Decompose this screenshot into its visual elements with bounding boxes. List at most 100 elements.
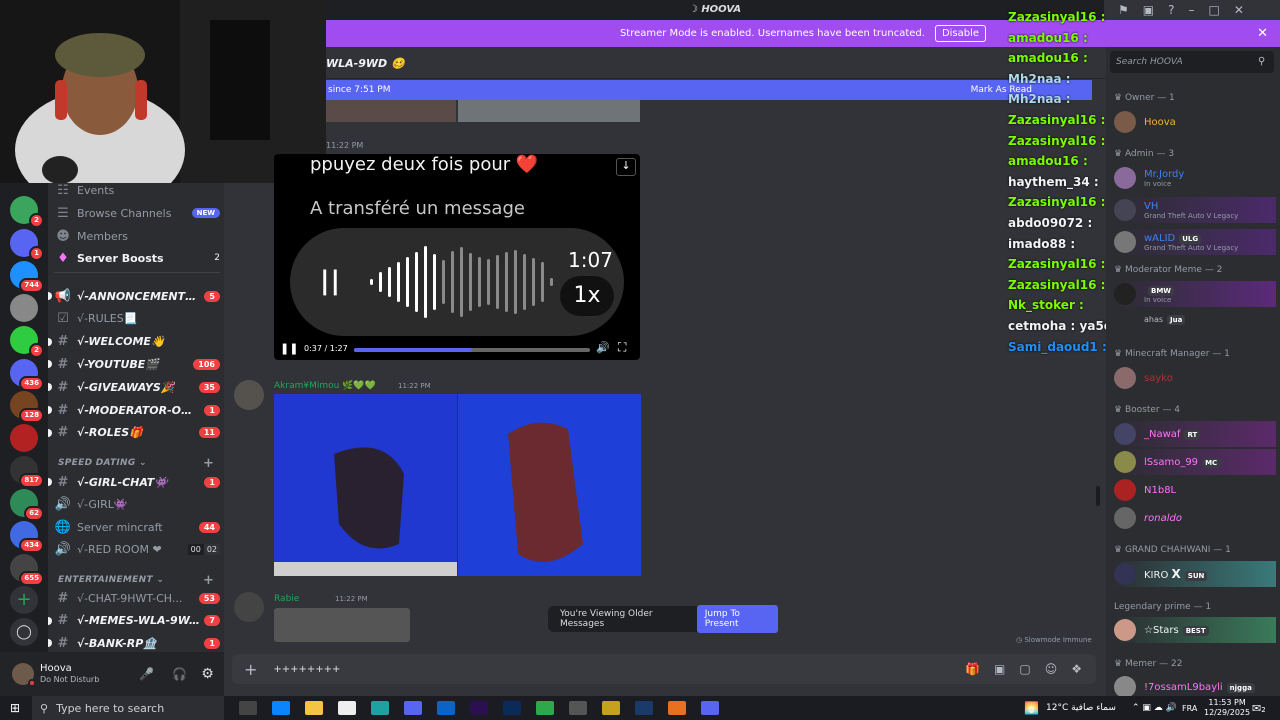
sticker-icon[interactable]: ▢: [1019, 662, 1030, 676]
app-icon[interactable]: [602, 701, 620, 715]
pause-icon[interactable]: | |: [320, 266, 340, 296]
play-pause-icon[interactable]: ❚❚: [280, 342, 298, 355]
server-icon[interactable]: 1: [10, 228, 44, 261]
tray-icons[interactable]: ⌃ ▣ ☁ 🔊: [1132, 703, 1177, 713]
server-icon[interactable]: 436: [10, 358, 44, 391]
image-attachment[interactable]: [274, 608, 410, 642]
screen-icon[interactable]: ▣: [1143, 3, 1154, 17]
server-icon[interactable]: 62: [10, 488, 44, 521]
member-item[interactable]: Hoova: [1114, 109, 1276, 135]
search-icon[interactable]: ⚲: [1258, 56, 1265, 67]
channel-item[interactable]: 📢 √-ANNONCEMENTS... 5: [48, 286, 220, 306]
photoshop-icon[interactable]: [503, 701, 521, 715]
channel-item[interactable]: # √-GIRL-CHAT👾 1: [48, 472, 220, 492]
channel-item[interactable]: ☑ √-RULES📃: [54, 309, 220, 329]
member-item[interactable]: ronaldo: [1114, 505, 1276, 531]
member-item[interactable]: VH Grand Theft Auto V Legacy: [1114, 197, 1276, 223]
jump-to-present-button[interactable]: Jump To Present: [696, 605, 778, 633]
discover-button[interactable]: ◯: [10, 618, 38, 646]
channel-item[interactable]: # √-GIVEAWAYS🎉 35: [48, 377, 220, 397]
add-channel-icon[interactable]: +: [203, 456, 214, 471]
members-item[interactable]: ☻ Members: [54, 226, 220, 246]
download-icon[interactable]: ↓: [616, 158, 636, 176]
image-attachment[interactable]: [274, 394, 457, 576]
server-icon[interactable]: 434: [10, 521, 44, 553]
server-icon[interactable]: 2: [10, 196, 44, 228]
taskbar-search[interactable]: ⚲ Type here to search: [32, 696, 224, 720]
channel-item[interactable]: 🔊 √-GIRL👾: [54, 495, 220, 515]
member-item[interactable]: ☆Stars BEST: [1114, 617, 1276, 643]
server-boosts-item[interactable]: ♦ Server Boosts 2: [54, 248, 220, 268]
server-icon[interactable]: 128: [10, 391, 44, 423]
image-attachment[interactable]: [458, 394, 641, 576]
search-input[interactable]: Search HOOVA: [1110, 51, 1274, 73]
server-icon[interactable]: 744: [10, 261, 44, 293]
channel-item[interactable]: # √-BANK-RP🏦 1: [48, 633, 220, 653]
channel-item[interactable]: # √-MEMES-WLA-9W... 7: [48, 611, 220, 631]
edge-icon[interactable]: [371, 701, 389, 715]
progress-track[interactable]: [354, 348, 590, 352]
category-entertainement[interactable]: ENTERTAINEMENT ⌄ +: [58, 573, 214, 588]
language-indicator[interactable]: FRA: [1182, 704, 1197, 713]
member-item[interactable]: wALID ULG Grand Theft Auto V Legacy: [1114, 229, 1276, 255]
mic-icon[interactable]: 🎤: [139, 667, 154, 681]
new-messages-bar[interactable]: since 7:51 PM Mark As Read: [326, 80, 1092, 100]
member-item[interactable]: lSsamo_99 MC: [1114, 449, 1276, 475]
premiere-icon[interactable]: [470, 701, 488, 715]
member-item[interactable]: sayko: [1114, 365, 1276, 391]
member-item[interactable]: BMW In voice: [1114, 281, 1276, 307]
app-icon[interactable]: [668, 701, 686, 715]
settings-gear-icon[interactable]: ⚙: [201, 666, 214, 682]
server-icon[interactable]: 817: [10, 456, 44, 488]
chrome-icon[interactable]: [536, 701, 554, 715]
store-icon[interactable]: [272, 701, 290, 715]
image-attachment[interactable]: [326, 100, 456, 122]
voice-message-video[interactable]: ppuyez deux fois pour ❤️ A transféré un …: [274, 154, 640, 360]
add-channel-icon[interactable]: +: [203, 573, 214, 588]
server-icon[interactable]: [10, 423, 38, 452]
close-banner-icon[interactable]: ✕: [1257, 26, 1268, 41]
channel-item[interactable]: # √-YOUTUBE🎬 106: [48, 354, 220, 374]
notification-icon[interactable]: ✉2: [1252, 702, 1266, 715]
message-composer[interactable]: + ++++++++ 🎁 ▣ ▢ ☺ ❖: [232, 654, 1096, 684]
playback-speed[interactable]: 1x: [560, 276, 614, 316]
browse-channels-item[interactable]: ☰ Browse Channels NEW: [54, 203, 220, 223]
message-author[interactable]: Rabie: [274, 594, 299, 604]
volume-icon[interactable]: 🔊: [596, 341, 610, 354]
channel-item[interactable]: # √-WELCOME👋: [48, 332, 220, 352]
channel-item[interactable]: # √-MODERATOR-ON... 1: [48, 400, 220, 420]
member-item[interactable]: KIRO X SUN: [1114, 561, 1276, 587]
notepad-icon[interactable]: [338, 701, 356, 715]
emoji-icon[interactable]: ☺: [1045, 662, 1058, 676]
task-view-icon[interactable]: [239, 701, 257, 715]
member-item[interactable]: Mr.Jordy In voice: [1114, 165, 1276, 191]
server-icon[interactable]: 2: [10, 326, 44, 358]
image-attachment[interactable]: [458, 100, 640, 122]
discord-icon[interactable]: [404, 701, 422, 715]
windows-start-icon[interactable]: ⊞: [10, 701, 20, 715]
outlook-icon[interactable]: [437, 701, 455, 715]
fullscreen-icon[interactable]: ⛶: [618, 340, 626, 355]
channel-item[interactable]: # √-ROLES🎁 11: [48, 423, 220, 443]
member-item[interactable]: N1b8L: [1114, 477, 1276, 503]
app-icon[interactable]: [569, 701, 587, 715]
message-author[interactable]: Akram¥Mimou 🌿💚💚: [274, 381, 376, 391]
inbox-icon[interactable]: ⚑: [1118, 3, 1129, 17]
channel-item[interactable]: 🔊 √-RED ROOM ❤ 00 02: [54, 540, 220, 560]
steam-icon[interactable]: [635, 701, 653, 715]
events-item[interactable]: ☷ Events: [54, 180, 220, 200]
minimize-icon[interactable]: –: [1188, 3, 1194, 17]
discord-icon[interactable]: [701, 701, 719, 715]
category-speed-dating[interactable]: SPEED DATING ⌄ +: [58, 456, 214, 471]
gift-icon[interactable]: 🎁: [965, 662, 980, 676]
headphones-icon[interactable]: 🎧: [172, 667, 187, 681]
channel-item[interactable]: # √-CHAT-9HWT-CH... 53: [54, 588, 220, 608]
scrollbar[interactable]: [1096, 486, 1100, 506]
add-server-button[interactable]: +: [10, 586, 38, 614]
add-attachment-icon[interactable]: +: [244, 660, 257, 679]
channel-item[interactable]: 🌐 Server mincraft 44: [54, 517, 220, 537]
disable-button[interactable]: Disable: [934, 25, 987, 42]
apps-icon[interactable]: ❖: [1071, 662, 1082, 676]
clock[interactable]: 11:53 PM 12/29/2025: [1204, 698, 1250, 718]
server-icon[interactable]: 655: [10, 553, 44, 586]
